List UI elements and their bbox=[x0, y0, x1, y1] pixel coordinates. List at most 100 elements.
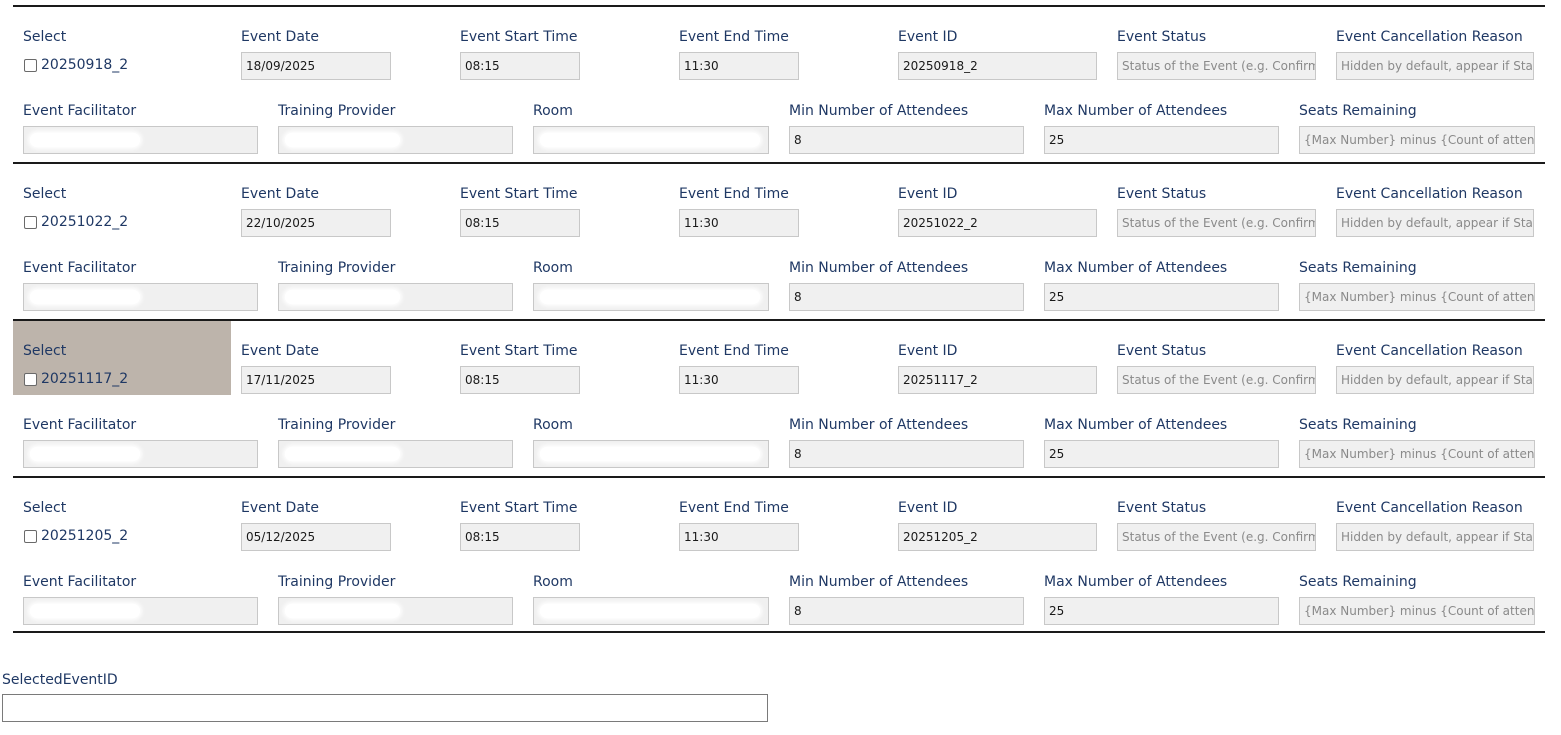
selected-event-id-input[interactable] bbox=[2, 694, 768, 722]
select-cell[interactable]: Select 20251117_2 bbox=[13, 321, 231, 395]
max-attendees-field[interactable]: 25 bbox=[1044, 440, 1279, 468]
event-end-time-field[interactable]: 11:30 bbox=[679, 209, 799, 237]
event-id-label: Event ID bbox=[898, 186, 958, 202]
seats-remaining-label: Seats Remaining bbox=[1299, 103, 1417, 119]
select-checkbox[interactable] bbox=[24, 216, 37, 229]
seats-remaining-field[interactable]: {Max Number} minus {Count of atten bbox=[1299, 597, 1535, 625]
select-checkbox[interactable] bbox=[24, 59, 37, 72]
room-label: Room bbox=[533, 103, 573, 119]
events-gallery: Select 20250918_2 Event Date 18/09/2025 … bbox=[13, 0, 1545, 633]
seats-remaining-label: Seats Remaining bbox=[1299, 260, 1417, 276]
select-cell[interactable]: Select 20251205_2 bbox=[13, 478, 231, 552]
event-facilitator-field[interactable] bbox=[23, 283, 258, 311]
event-status-field[interactable]: Status of the Event (e.g. Confirm bbox=[1117, 523, 1316, 551]
training-provider-field[interactable] bbox=[278, 440, 513, 468]
max-attendees-field[interactable]: 25 bbox=[1044, 597, 1279, 625]
room-field[interactable] bbox=[533, 597, 769, 625]
event-status-label: Event Status bbox=[1117, 29, 1207, 45]
seats-remaining-label: Seats Remaining bbox=[1299, 417, 1417, 433]
room-field[interactable] bbox=[533, 283, 769, 311]
event-record: Select 20251117_2 Event Date 17/11/2025 … bbox=[13, 319, 1545, 476]
event-date-field[interactable]: 18/09/2025 bbox=[241, 52, 391, 80]
event-start-time-label: Event Start Time bbox=[460, 186, 578, 202]
min-attendees-field[interactable]: 8 bbox=[789, 440, 1024, 468]
select-label: Select bbox=[23, 186, 67, 202]
event-end-time-label: Event End Time bbox=[679, 186, 789, 202]
event-facilitator-field[interactable] bbox=[23, 597, 258, 625]
selected-event-id-label: SelectedEventID bbox=[2, 672, 118, 688]
event-cancellation-reason-label: Event Cancellation Reason bbox=[1336, 29, 1523, 45]
event-start-time-field[interactable]: 08:15 bbox=[460, 523, 580, 551]
event-cancellation-reason-field[interactable]: Hidden by default, appear if Sta bbox=[1336, 209, 1534, 237]
event-cancellation-reason-field[interactable]: Hidden by default, appear if Sta bbox=[1336, 366, 1534, 394]
training-provider-field[interactable] bbox=[278, 126, 513, 154]
min-attendees-label: Min Number of Attendees bbox=[789, 574, 969, 590]
select-checkbox[interactable] bbox=[24, 530, 37, 543]
event-end-time-field[interactable]: 11:30 bbox=[679, 52, 799, 80]
event-status-field[interactable]: Status of the Event (e.g. Confirm bbox=[1117, 366, 1316, 394]
seats-remaining-label: Seats Remaining bbox=[1299, 574, 1417, 590]
select-checkbox-label[interactable]: 20251117_2 bbox=[41, 371, 128, 387]
event-date-field[interactable]: 17/11/2025 bbox=[241, 366, 391, 394]
event-cancellation-reason-label: Event Cancellation Reason bbox=[1336, 343, 1523, 359]
max-attendees-label: Max Number of Attendees bbox=[1044, 417, 1228, 433]
event-status-label: Event Status bbox=[1117, 343, 1207, 359]
event-end-time-label: Event End Time bbox=[679, 343, 789, 359]
redaction-mark bbox=[285, 447, 400, 461]
event-start-time-field[interactable]: 08:15 bbox=[460, 52, 580, 80]
training-provider-field[interactable] bbox=[278, 597, 513, 625]
min-attendees-label: Min Number of Attendees bbox=[789, 260, 969, 276]
select-cell[interactable]: Select 20250918_2 bbox=[13, 7, 231, 81]
room-field[interactable] bbox=[533, 440, 769, 468]
event-facilitator-field[interactable] bbox=[23, 440, 258, 468]
event-id-field[interactable]: 20251205_2 bbox=[898, 523, 1097, 551]
event-status-field[interactable]: Status of the Event (e.g. Confirm bbox=[1117, 52, 1316, 80]
event-facilitator-field[interactable] bbox=[23, 126, 258, 154]
select-checkbox[interactable] bbox=[24, 373, 37, 386]
room-label: Room bbox=[533, 574, 573, 590]
training-provider-label: Training Provider bbox=[278, 103, 396, 119]
select-checkbox-label[interactable]: 20251022_2 bbox=[41, 214, 128, 230]
event-record: Select 20251022_2 Event Date 22/10/2025 … bbox=[13, 162, 1545, 319]
event-start-time-field[interactable]: 08:15 bbox=[460, 366, 580, 394]
redaction-mark bbox=[30, 447, 140, 461]
event-date-field[interactable]: 05/12/2025 bbox=[241, 523, 391, 551]
min-attendees-field[interactable]: 8 bbox=[789, 283, 1024, 311]
redaction-mark bbox=[540, 604, 760, 618]
event-status-field[interactable]: Status of the Event (e.g. Confirm bbox=[1117, 209, 1316, 237]
min-attendees-field[interactable]: 8 bbox=[789, 597, 1024, 625]
room-label: Room bbox=[533, 417, 573, 433]
select-checkbox-label[interactable]: 20250918_2 bbox=[41, 57, 128, 73]
room-field[interactable] bbox=[533, 126, 769, 154]
redaction-mark bbox=[285, 604, 400, 618]
seats-remaining-field[interactable]: {Max Number} minus {Count of atten bbox=[1299, 283, 1535, 311]
event-start-time-field[interactable]: 08:15 bbox=[460, 209, 580, 237]
event-id-field[interactable]: 20251022_2 bbox=[898, 209, 1097, 237]
redaction-mark bbox=[540, 290, 760, 304]
redaction-mark bbox=[540, 133, 760, 147]
training-provider-field[interactable] bbox=[278, 283, 513, 311]
event-facilitator-label: Event Facilitator bbox=[23, 417, 137, 433]
training-provider-label: Training Provider bbox=[278, 574, 396, 590]
redaction-mark bbox=[285, 290, 400, 304]
event-date-field[interactable]: 22/10/2025 bbox=[241, 209, 391, 237]
select-checkbox-label[interactable]: 20251205_2 bbox=[41, 528, 128, 544]
event-cancellation-reason-field[interactable]: Hidden by default, appear if Sta bbox=[1336, 523, 1534, 551]
event-id-field[interactable]: 20251117_2 bbox=[898, 366, 1097, 394]
event-cancellation-reason-field[interactable]: Hidden by default, appear if Sta bbox=[1336, 52, 1534, 80]
max-attendees-field[interactable]: 25 bbox=[1044, 283, 1279, 311]
event-record: Select 20250918_2 Event Date 18/09/2025 … bbox=[13, 5, 1545, 162]
event-id-field[interactable]: 20250918_2 bbox=[898, 52, 1097, 80]
event-record: Select 20251205_2 Event Date 05/12/2025 … bbox=[13, 476, 1545, 633]
seats-remaining-field[interactable]: {Max Number} minus {Count of atten bbox=[1299, 126, 1535, 154]
event-date-label: Event Date bbox=[241, 186, 320, 202]
select-label: Select bbox=[23, 500, 67, 516]
event-end-time-field[interactable]: 11:30 bbox=[679, 523, 799, 551]
event-end-time-field[interactable]: 11:30 bbox=[679, 366, 799, 394]
event-facilitator-label: Event Facilitator bbox=[23, 103, 137, 119]
max-attendees-field[interactable]: 25 bbox=[1044, 126, 1279, 154]
min-attendees-field[interactable]: 8 bbox=[789, 126, 1024, 154]
seats-remaining-field[interactable]: {Max Number} minus {Count of atten bbox=[1299, 440, 1535, 468]
max-attendees-label: Max Number of Attendees bbox=[1044, 574, 1228, 590]
select-cell[interactable]: Select 20251022_2 bbox=[13, 164, 231, 238]
